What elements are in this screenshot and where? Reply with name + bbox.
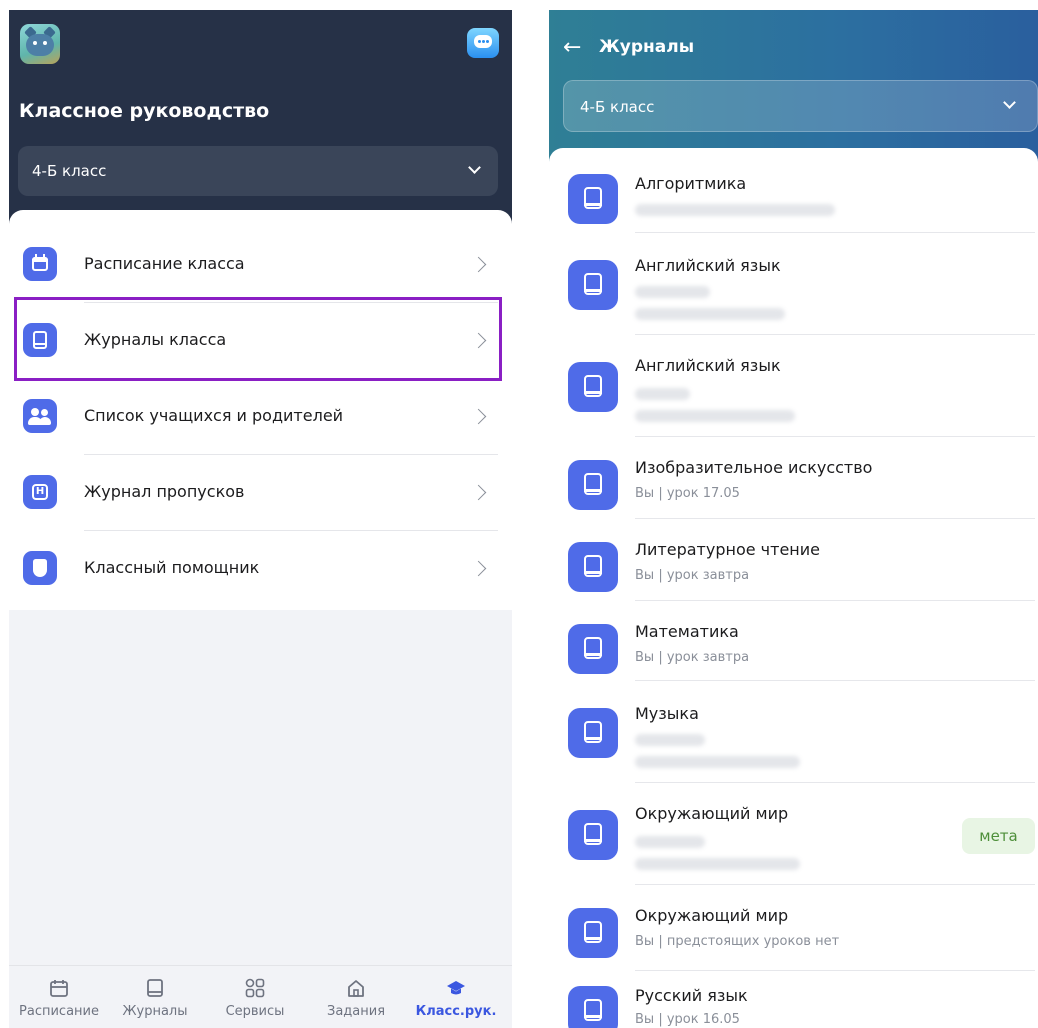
menu-item-label: Список учащихся и родителей — [84, 406, 344, 425]
teacher-name-redacted — [635, 410, 795, 422]
tab-class-management[interactable]: Класс.рук. — [406, 966, 506, 1028]
chevron-down-icon — [468, 161, 481, 174]
people-icon — [23, 399, 57, 433]
list-item-subject[interactable]: Окружающий мир Вы | предстоящих уроков н… — [549, 894, 1038, 974]
subject-title: Изобразительное искусство — [635, 458, 873, 477]
page-title: Классное руководство — [19, 100, 270, 122]
subject-title: Алгоритмика — [635, 174, 747, 193]
subject-title: Английский язык — [635, 256, 781, 275]
subject-subtitle: Вы | урок 16.05 — [635, 1012, 740, 1027]
page-title: Журналы — [599, 37, 695, 57]
header: Классное руководство 4-Б класс — [9, 10, 512, 232]
services-icon — [245, 978, 265, 998]
chevron-right-icon — [470, 560, 487, 577]
tab-label: Задания — [326, 1004, 386, 1019]
tab-label: Журналы — [122, 1004, 188, 1019]
menu-card: Расписание класса Журналы класса Список … — [9, 210, 512, 610]
bottom-tab-bar: Расписание Журналы Сервисы Задания Класс… — [9, 965, 512, 1028]
list-item-subject[interactable]: Русский язык Вы | урок 16.05 — [549, 974, 1038, 1028]
subject-title: Английский язык — [635, 356, 781, 375]
book-icon — [147, 979, 163, 997]
tab-label: Сервисы — [225, 1004, 285, 1019]
class-selector[interactable]: 4-Б класс — [563, 80, 1038, 132]
book-icon — [568, 460, 618, 510]
list-item-subject[interactable]: Литературное чтение Вы | урок завтра — [549, 528, 1038, 608]
tab-label: Класс.рук. — [415, 1004, 497, 1019]
chevron-right-icon — [470, 408, 487, 425]
teacher-name-redacted — [635, 308, 785, 320]
menu-item-students-parents[interactable]: Список учащихся и родителей — [9, 379, 512, 455]
shield-icon — [23, 551, 57, 585]
class-selector[interactable]: 4-Б класс — [18, 146, 498, 196]
calendar-icon — [23, 247, 57, 281]
list-item-subject[interactable]: Изобразительное искусство Вы | урок 17.0… — [549, 446, 1038, 526]
home-icon — [348, 980, 364, 997]
subject-subtitle: Вы | урок завтра — [635, 568, 750, 583]
book-icon — [568, 908, 618, 958]
chevron-right-icon — [470, 484, 487, 501]
class-selector-value: 4-Б класс — [32, 162, 107, 180]
status-badge: мета — [962, 818, 1035, 854]
page: Классное руководство 4-Б класс Расписани… — [0, 0, 1038, 1028]
menu-item-label: Классный помощник — [84, 558, 260, 577]
teacher-name-redacted — [635, 388, 690, 400]
teacher-name-redacted — [635, 858, 800, 870]
class-selector-value: 4-Б класс — [580, 98, 655, 116]
calendar-icon — [50, 980, 68, 997]
book-icon — [568, 174, 618, 224]
chevron-down-icon — [1003, 96, 1016, 109]
book-icon — [568, 810, 618, 860]
menu-item-label: Расписание класса — [84, 254, 245, 273]
book-icon — [568, 708, 618, 758]
subject-subtitle: Вы | предстоящих уроков нет — [635, 934, 840, 949]
list-item-subject[interactable]: Музыка — [549, 692, 1038, 782]
menu-item-absence-journal[interactable]: Н Журнал пропусков — [9, 455, 512, 531]
list-item-subject[interactable]: Английский язык — [549, 242, 1038, 332]
book-icon — [568, 260, 618, 310]
book-icon — [568, 986, 618, 1028]
teacher-name-redacted — [635, 286, 710, 298]
class-management-screen: Классное руководство 4-Б класс Расписани… — [9, 10, 512, 1028]
tab-schedule[interactable]: Расписание — [9, 966, 109, 1028]
subject-title: Литературное чтение — [635, 540, 820, 559]
chevron-right-icon — [470, 256, 487, 273]
graduation-cap-icon — [447, 981, 465, 995]
journals-screen: ← Журналы 4-Б класс Алгоритмика Английск… — [549, 10, 1038, 1028]
list-item-subject[interactable]: Английский язык — [549, 344, 1038, 434]
subject-title: Окружающий мир — [635, 906, 789, 925]
menu-item-class-assistant[interactable]: Классный помощник — [9, 531, 512, 607]
teacher-name-redacted — [635, 734, 705, 746]
tab-services[interactable]: Сервисы — [205, 966, 305, 1028]
teacher-name-redacted — [635, 204, 835, 216]
subject-title: Окружающий мир — [635, 804, 789, 823]
subject-title: Музыка — [635, 704, 699, 723]
chat-icon[interactable] — [467, 28, 499, 58]
menu-item-class-schedule[interactable]: Расписание класса — [9, 227, 512, 303]
subject-title: Математика — [635, 622, 739, 641]
tab-label: Расписание — [19, 1004, 99, 1019]
back-arrow-icon[interactable]: ← — [563, 35, 581, 60]
subject-title: Русский язык — [635, 986, 748, 1005]
book-icon — [568, 624, 618, 674]
menu-item-label: Журнал пропусков — [84, 482, 245, 501]
tab-journals[interactable]: Журналы — [105, 966, 205, 1028]
subject-subtitle: Вы | урок завтра — [635, 650, 750, 665]
list-item-subject[interactable]: Математика Вы | урок завтра — [549, 610, 1038, 690]
tab-tasks[interactable]: Задания — [306, 966, 406, 1028]
teacher-name-redacted — [635, 836, 705, 848]
subject-subtitle: Вы | урок 17.05 — [635, 486, 740, 501]
absence-icon: Н — [23, 475, 57, 509]
list-item-subject[interactable]: Алгоритмика — [549, 160, 1038, 240]
book-icon — [568, 362, 618, 412]
avatar[interactable] — [20, 24, 60, 64]
book-icon — [568, 542, 618, 592]
selection-highlight — [14, 297, 502, 381]
teacher-name-redacted — [635, 756, 800, 768]
